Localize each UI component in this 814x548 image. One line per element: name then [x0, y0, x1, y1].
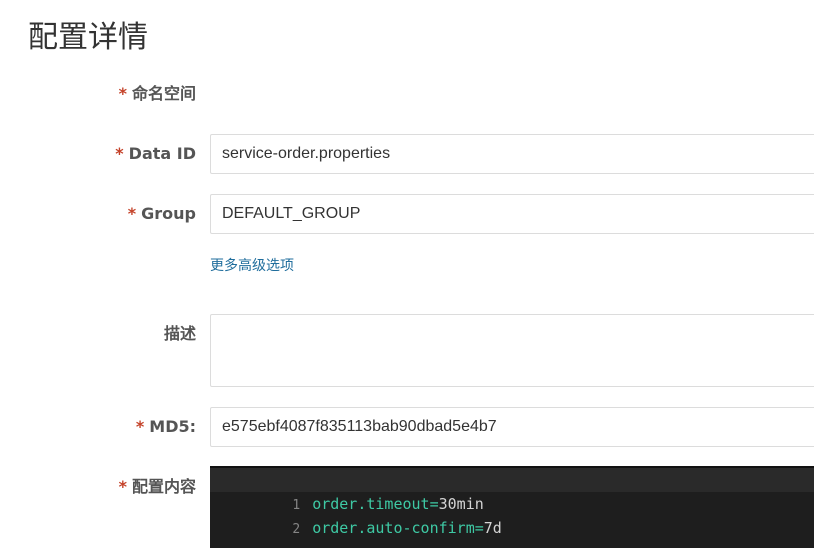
required-mark: *	[118, 84, 127, 103]
description-label: 描述	[164, 324, 196, 344]
group-label: * Group	[128, 204, 196, 224]
code-operator: =	[474, 519, 484, 537]
data-id-label-text: Data ID	[128, 144, 196, 163]
group-input[interactable]	[210, 194, 814, 234]
required-mark: *	[135, 417, 145, 436]
content-label: * 配置内容	[119, 477, 196, 497]
description-textarea[interactable]	[210, 314, 814, 387]
content-label-text: 配置内容	[131, 477, 196, 496]
code-line[interactable]: 2 order.auto-confirm=7d	[210, 492, 814, 537]
description-label-text: 描述	[163, 324, 196, 343]
md5-label-text: MD5:	[149, 417, 196, 436]
data-id-input[interactable]	[210, 134, 814, 174]
namespace-label-text: 命名空间	[131, 84, 196, 103]
line-number: 2	[292, 522, 301, 537]
required-mark: *	[118, 477, 127, 496]
code-line[interactable]: 1 order.timeout=30min	[210, 468, 814, 513]
md5-input[interactable]	[210, 407, 814, 447]
page-title: 配置详情	[28, 20, 148, 55]
md5-label: * MD5:	[136, 417, 196, 437]
group-label-text: Group	[141, 204, 196, 223]
code-value: 7d	[483, 519, 502, 537]
required-mark: *	[127, 204, 137, 223]
data-id-label: * Data ID	[115, 144, 196, 164]
config-detail-page: 配置详情 *命名空间 *Data ID *Group 更多高级选项 描述 *MD…	[0, 0, 814, 548]
code-key: order.auto-confirm	[312, 519, 475, 537]
advanced-options-link[interactable]: 更多高级选项	[210, 256, 294, 276]
config-content-editor[interactable]: 1 order.timeout=30min 2 order.auto-confirm…	[210, 466, 814, 548]
namespace-label: * 命名空间	[119, 84, 196, 104]
required-mark: *	[115, 144, 124, 163]
